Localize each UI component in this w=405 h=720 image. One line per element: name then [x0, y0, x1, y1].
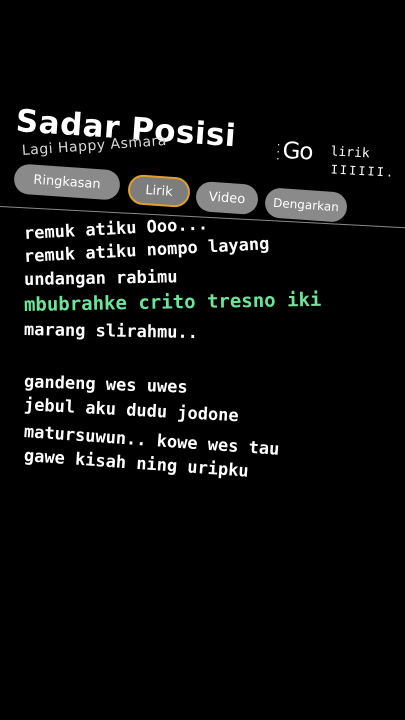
lyric-line: gawe kisah ning uripku: [23, 446, 250, 482]
brand-lirik-text: lirik: [330, 144, 371, 162]
tab-dengarkan[interactable]: Dengarkan: [264, 187, 348, 223]
lyric-line: matursuwun.. kowe wes tau: [23, 422, 280, 460]
dots-icon: · · ·: [275, 138, 281, 166]
lyric-line: jebul aku dudu jodone: [23, 395, 240, 427]
brand-go-text: Go: [281, 137, 314, 166]
lyric-line: gandeng wes uwes: [23, 372, 189, 398]
tab-video[interactable]: Video: [195, 180, 259, 216]
tab-lirik[interactable]: Lirik: [127, 173, 191, 209]
lyric-line-current: mbubrahke crito tresno iki: [23, 288, 322, 316]
lyric-line: undangan rabimu: [23, 267, 178, 290]
brand-logo: · · · Go lirik IIIIII.: [275, 137, 396, 188]
lyric-line: marang slirahmu..: [23, 320, 199, 344]
equalizer-icon: IIIIII.: [330, 162, 396, 180]
